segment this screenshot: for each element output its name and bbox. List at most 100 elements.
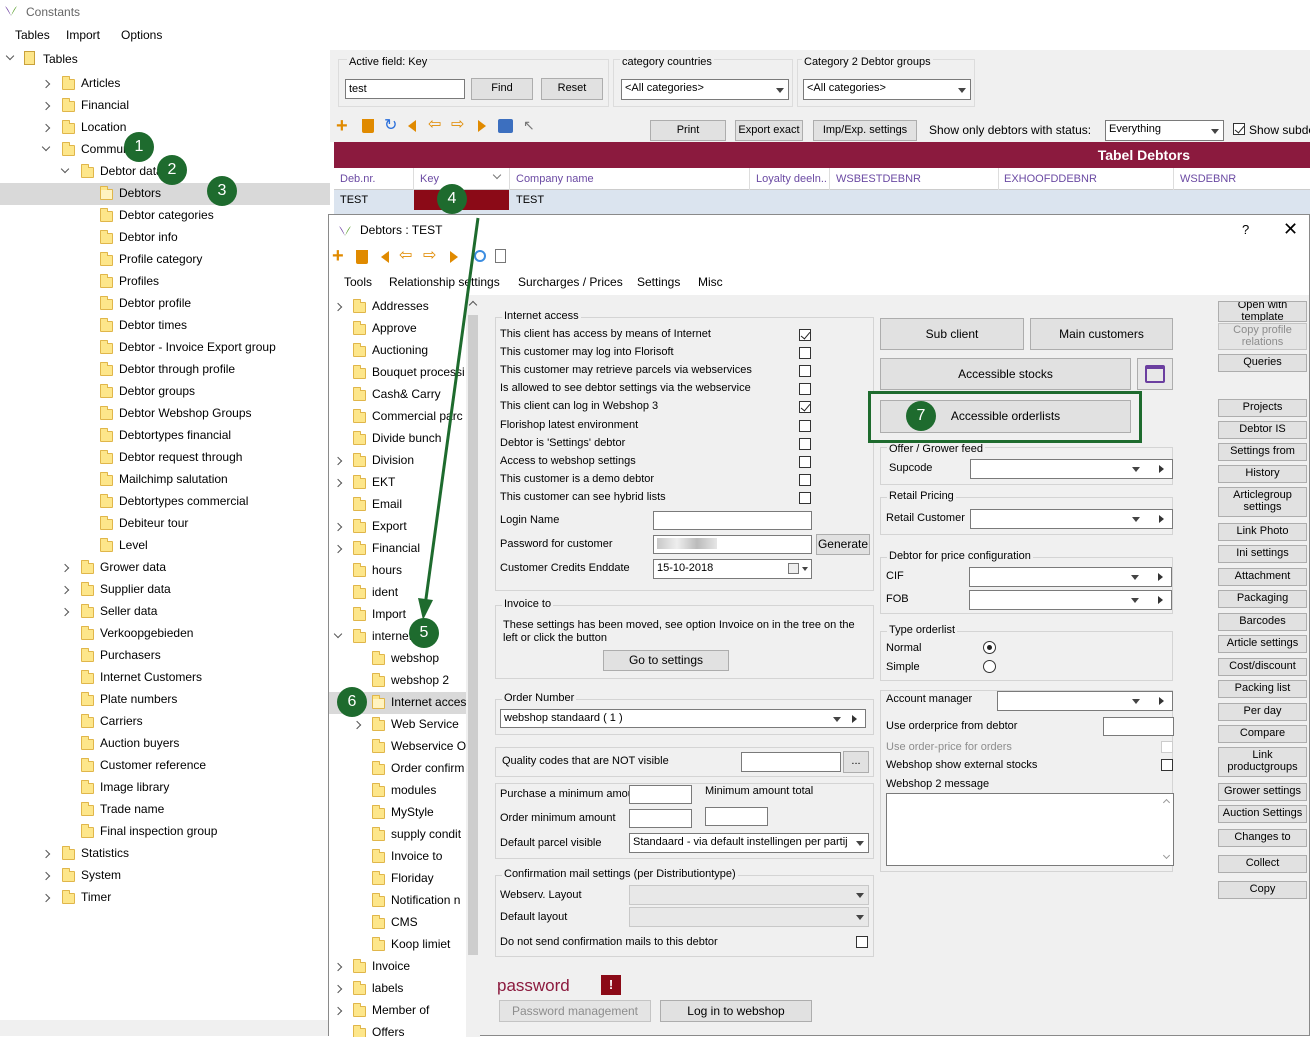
dialog-tree-expand-chevron-icon[interactable]: [333, 302, 343, 312]
tree-expand-chevron-icon[interactable]: [60, 585, 70, 595]
scroll-thumb[interactable]: [468, 315, 478, 955]
dialog-next-icon[interactable]: ⇨: [423, 248, 436, 264]
first-icon[interactable]: [408, 120, 416, 132]
side-button-4[interactable]: Debtor IS: [1218, 421, 1307, 439]
accessible-stocks-button[interactable]: Accessible stocks: [880, 358, 1131, 390]
no-confirmation-checkbox[interactable]: [856, 936, 868, 948]
dialog-tree-item-1[interactable]: Approve: [372, 321, 417, 335]
find-button[interactable]: Find: [471, 78, 533, 100]
dialog-menu-settings[interactable]: Settings: [637, 275, 680, 289]
scroll-up-icon[interactable]: [468, 300, 478, 310]
dialog-tree-item-6[interactable]: Divide bunch: [372, 431, 441, 445]
dialog-tree-item-0[interactable]: Addresses: [372, 299, 429, 313]
dialog-tree-item-32[interactable]: Member of: [372, 1003, 429, 1017]
status-select[interactable]: Everything: [1105, 120, 1224, 141]
password-input[interactable]: [653, 535, 812, 554]
credits-enddate-picker[interactable]: 15-10-2018: [653, 559, 812, 579]
col-key[interactable]: Key: [420, 173, 439, 185]
dialog-tree-item-14[interactable]: Import: [372, 607, 406, 621]
normal-radio[interactable]: [983, 641, 996, 654]
internet-access-checkbox-8[interactable]: [799, 473, 811, 486]
dialog-tree-item-15[interactable]: internet: [372, 629, 412, 643]
side-button-23[interactable]: Copy: [1218, 881, 1307, 899]
add-icon[interactable]: +: [336, 116, 348, 136]
tree-expand-chevron-icon[interactable]: [41, 123, 51, 133]
external-stocks-checkbox[interactable]: [1161, 759, 1173, 771]
dialog-tree-item-30[interactable]: Invoice: [372, 959, 410, 973]
tree-item-31[interactable]: Customer reference: [100, 758, 206, 772]
col-company-name[interactable]: Company name: [516, 173, 594, 185]
tree-item-21[interactable]: Level: [119, 538, 148, 552]
dialog-delete-icon[interactable]: [356, 250, 368, 264]
dialog-tree-item-33[interactable]: Offers: [372, 1025, 404, 1037]
login-name-input[interactable]: [653, 511, 812, 530]
dialog-tree-item-8[interactable]: EKT: [372, 475, 395, 489]
side-button-18[interactable]: Link productgroups: [1218, 747, 1307, 777]
dialog-tree-expand-chevron-icon[interactable]: [333, 1006, 343, 1016]
date-dropdown-icon[interactable]: [802, 567, 808, 571]
side-button-5[interactable]: Settings from: [1218, 443, 1307, 461]
dialog-tree-item-2[interactable]: Auctioning: [372, 343, 428, 357]
side-button-14[interactable]: Cost/discount: [1218, 658, 1307, 676]
menu-tables[interactable]: Tables: [15, 28, 50, 42]
tree-item-12[interactable]: Debtor - Invoice Export group: [119, 340, 276, 354]
side-button-7[interactable]: Articlegroup settings: [1218, 487, 1307, 517]
default-layout-select[interactable]: [629, 907, 869, 927]
main-customers-button[interactable]: Main customers: [1030, 318, 1173, 350]
root-expand-chevron-icon[interactable]: [5, 51, 15, 61]
tree-item-2[interactable]: Location: [81, 120, 126, 134]
imp-exp-settings-button[interactable]: Imp/Exp. settings: [813, 120, 917, 141]
tree-item-13[interactable]: Debtor through profile: [119, 362, 235, 376]
side-button-3[interactable]: Projects: [1218, 399, 1307, 417]
webserv-layout-select[interactable]: [629, 885, 869, 905]
dialog-tree-expand-chevron-icon[interactable]: [333, 984, 343, 994]
dialog-tree-expand-chevron-icon[interactable]: [333, 544, 343, 554]
tree-item-32[interactable]: Image library: [100, 780, 169, 794]
tree-item-33[interactable]: Trade name: [100, 802, 164, 816]
search-input[interactable]: [345, 79, 465, 99]
side-button-21[interactable]: Changes to: [1218, 829, 1307, 847]
dialog-tree-item-16[interactable]: webshop: [391, 651, 439, 665]
dialog-tree-item-24[interactable]: supply condit: [391, 827, 461, 841]
side-button-10[interactable]: Attachment: [1218, 568, 1307, 586]
tree-collapse-chevron-icon[interactable]: [41, 142, 51, 152]
col-wsdebnr[interactable]: WSDEBNR: [1180, 173, 1236, 185]
dialog-document-icon[interactable]: [495, 249, 506, 263]
tree-item-6[interactable]: Debtor categories: [119, 208, 214, 222]
dialog-menu-surcharges[interactable]: Surcharges / Prices: [518, 275, 623, 289]
cursor-icon[interactable]: ↖: [523, 117, 535, 133]
export-exact-button[interactable]: Export exact: [735, 120, 803, 141]
dialog-tree-item-28[interactable]: CMS: [391, 915, 418, 929]
col-deb-nr[interactable]: Deb.nr.: [340, 173, 375, 185]
supcode-select[interactable]: [970, 459, 1173, 479]
dialog-tree-item-10[interactable]: Export: [372, 519, 407, 533]
tree-item-28[interactable]: Plate numbers: [100, 692, 177, 706]
internet-access-checkbox-2[interactable]: [799, 365, 811, 378]
password-management-button[interactable]: Password management: [499, 1000, 651, 1022]
tree-item-29[interactable]: Carriers: [100, 714, 143, 728]
dialog-tree-item-23[interactable]: MyStyle: [391, 805, 434, 819]
tree-item-20[interactable]: Debiteur tour: [119, 516, 188, 530]
tree-item-35[interactable]: Statistics: [81, 846, 129, 860]
print-button[interactable]: Print: [650, 120, 726, 141]
col-loyalty[interactable]: Loyalty deeln..: [756, 173, 827, 185]
side-button-1[interactable]: Copy profile relations: [1218, 323, 1307, 350]
col-exhoofddebnr[interactable]: EXHOOFDDEBNR: [1004, 173, 1097, 185]
dialog-tree-item-3[interactable]: Bouquet processi: [372, 365, 465, 379]
col-wsbestdebnr[interactable]: WSBESTDEBNR: [836, 173, 921, 185]
tree-item-10[interactable]: Debtor profile: [119, 296, 191, 310]
tree-item-4[interactable]: Debtor data: [100, 164, 163, 178]
go-to-settings-button[interactable]: Go to settings: [603, 650, 729, 671]
dialog-first-icon[interactable]: [381, 251, 389, 263]
category2-select[interactable]: <All categories>: [803, 79, 971, 100]
delete-icon[interactable]: [362, 119, 374, 133]
use-order-price-orders-checkbox[interactable]: [1161, 741, 1173, 753]
tree-expand-chevron-icon[interactable]: [60, 563, 70, 573]
dialog-tree-expand-chevron-icon[interactable]: [333, 962, 343, 972]
generate-button[interactable]: Generate: [816, 534, 870, 555]
side-button-11[interactable]: Packaging: [1218, 590, 1307, 608]
category-countries-select[interactable]: <All categories>: [621, 79, 789, 100]
tree-expand-chevron-icon[interactable]: [41, 101, 51, 111]
fob-select[interactable]: [969, 590, 1172, 610]
dialog-tree-item-25[interactable]: Invoice to: [391, 849, 442, 863]
